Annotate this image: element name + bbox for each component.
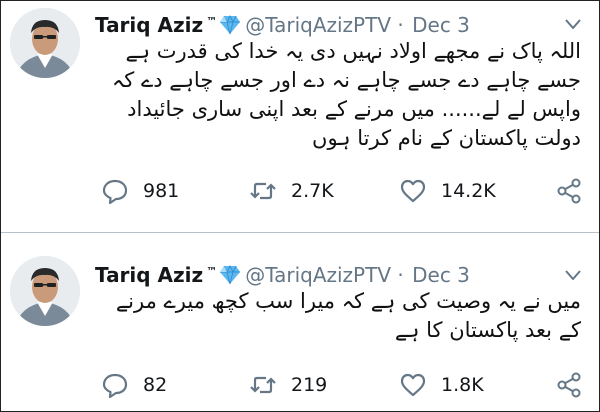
speech-bubble-icon [102,373,128,399]
user-handle[interactable]: @TariqAzizPTV [245,13,391,37]
reply-count: 82 [143,374,168,396]
dot-separator: · [397,13,404,37]
like-count: 14.2K [441,180,496,202]
like-button[interactable]: 1.8K [399,370,484,400]
retweet-arrows-icon [250,376,276,394]
chevron-down-icon[interactable] [565,266,581,280]
display-name[interactable]: Tariq Aziz [95,13,203,37]
retweet-count: 219 [291,374,328,396]
speech-bubble-icon [102,179,128,205]
user-handle[interactable]: @TariqAzizPTV [245,263,391,287]
tweet-text: اللہ پاک نے مجھے اولاد نہیں دی یہ خدا کی… [112,39,581,150]
tweet-header: Tariq Aziz ™ @TariqAzizPTV · Dec 3 [95,259,470,287]
tweet-date[interactable]: Dec 3 [412,13,470,37]
dot-separator: · [397,263,404,287]
avatar[interactable] [10,8,80,78]
heart-icon [400,373,426,397]
share-nodes-icon [557,178,581,204]
share-nodes-icon [557,372,581,398]
tweet[interactable]: Tariq Aziz ™ @TariqAzizPTV · Dec 3 اللہ پا… [1,1,599,232]
avatar[interactable] [10,256,80,326]
share-button[interactable] [556,176,584,206]
tweet-actions: 82 219 1.8K [1,370,599,400]
display-name[interactable]: Tariq Aziz [95,263,203,287]
reply-count: 981 [143,180,180,202]
reply-button[interactable]: 981 [101,176,179,206]
tweet-date[interactable]: Dec 3 [412,263,470,287]
retweet-arrows-icon [250,182,276,200]
screenshot-frame: Tariq Aziz ™ @TariqAzizPTV · Dec 3 اللہ پا… [0,0,600,412]
trademark-symbol: ™ [206,15,218,28]
retweet-button[interactable]: 2.7K [249,176,334,206]
diamond-emoji-icon [219,264,241,285]
retweet-button[interactable]: 219 [249,370,327,400]
tweet-actions: 981 2.7K 14.2K [1,176,599,206]
heart-icon [400,179,426,203]
like-count: 1.8K [441,374,484,396]
like-button[interactable]: 14.2K [399,176,496,206]
retweet-count: 2.7K [291,180,334,202]
tweet-text: میں نے یہ وصیت کی ہے کہ میرا سب کچھ میرے… [115,289,581,342]
reply-button[interactable]: 82 [101,370,167,400]
chevron-down-icon[interactable] [565,15,581,29]
share-button[interactable] [556,370,584,400]
trademark-symbol: ™ [206,265,218,278]
tweet-header: Tariq Aziz ™ @TariqAzizPTV · Dec 3 [95,9,470,37]
diamond-emoji-icon [219,14,241,35]
tweet[interactable]: Tariq Aziz ™ @TariqAzizPTV · Dec 3 میں نے … [1,233,599,411]
